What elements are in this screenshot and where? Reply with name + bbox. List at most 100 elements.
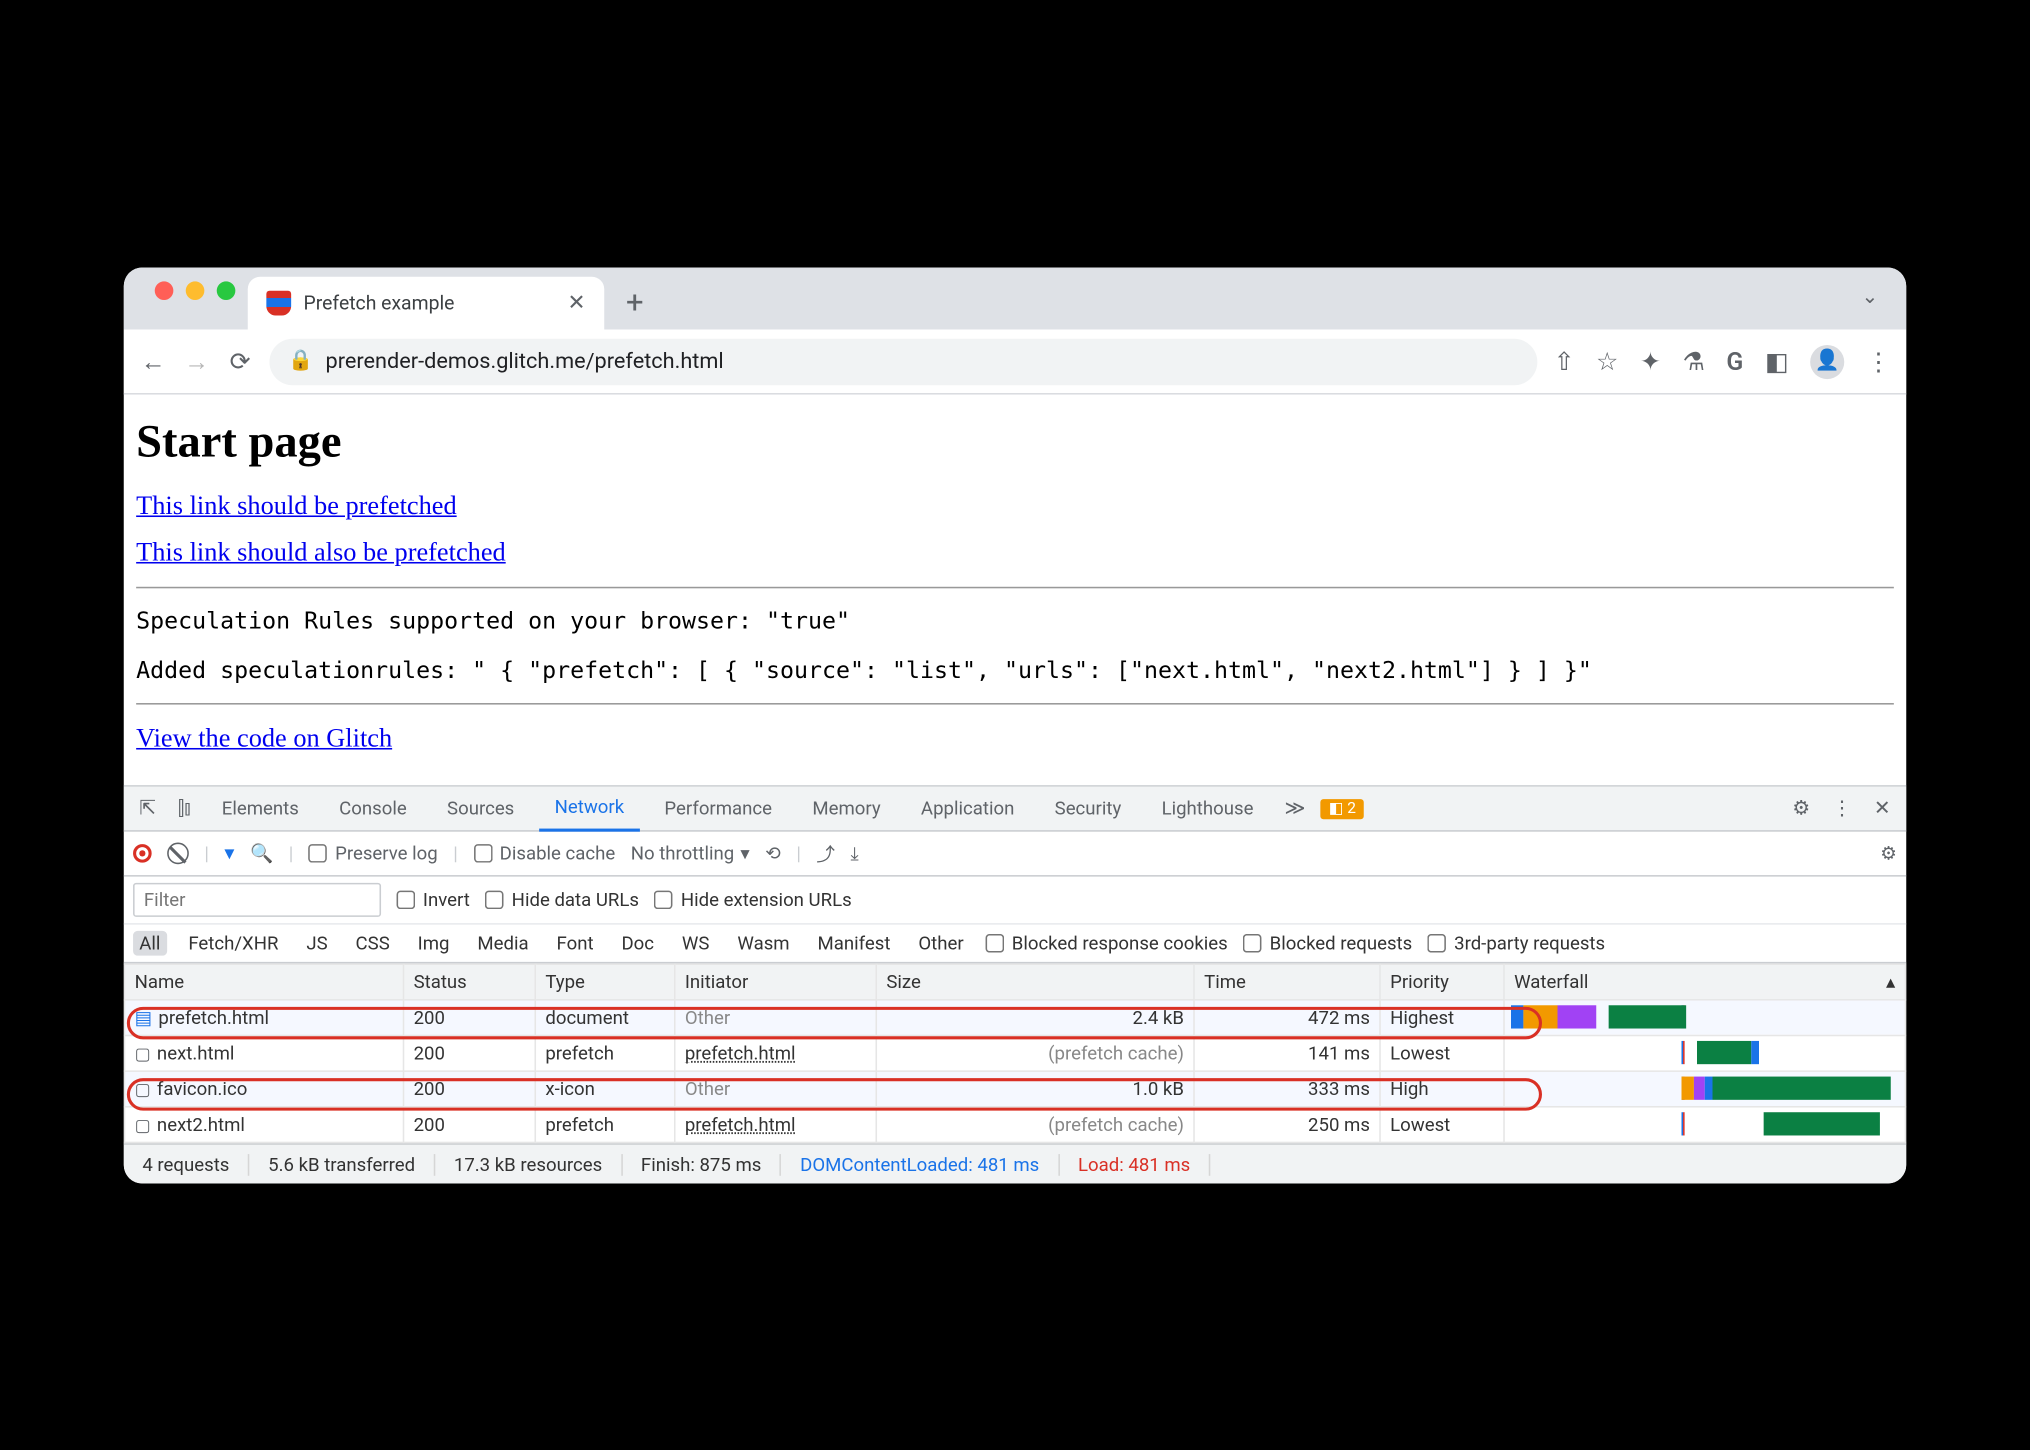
inspect-icon[interactable]: ⇱ — [133, 796, 162, 819]
filter-bar: Filter Invert Hide data URLs Hide extens… — [124, 876, 1907, 924]
status-resources: 17.3 kB resources — [435, 1153, 622, 1175]
settings-gear-icon[interactable]: ⚙ — [1786, 796, 1816, 819]
tab-application[interactable]: Application — [905, 785, 1029, 830]
bookmark-icon[interactable]: ☆ — [1596, 346, 1618, 375]
tab-console[interactable]: Console — [324, 785, 423, 830]
table-row[interactable]: ▤prefetch.html 200 document Other 2.4 kB… — [125, 999, 1906, 1035]
type-wasm[interactable]: Wasm — [731, 930, 796, 955]
reload-button[interactable]: ⟳ — [226, 346, 254, 375]
panel-icon[interactable]: ◧ — [1765, 346, 1788, 375]
cell-priority: Lowest — [1380, 1106, 1504, 1142]
record-button[interactable] — [133, 844, 152, 863]
address-bar[interactable]: 🔒 prerender-demos.glitch.me/prefetch.htm… — [269, 338, 1538, 385]
type-other[interactable]: Other — [912, 930, 970, 955]
divider — [136, 586, 1894, 588]
more-tabs-icon[interactable]: ≫ — [1278, 796, 1311, 819]
close-tab-icon[interactable]: ✕ — [567, 290, 585, 315]
invert-checkbox[interactable]: Invert — [397, 889, 470, 911]
close-window-button[interactable] — [155, 281, 174, 300]
table-row[interactable]: ▢next.html 200 prefetch prefetch.html (p… — [125, 1035, 1906, 1071]
tab-security[interactable]: Security — [1039, 785, 1137, 830]
share-icon[interactable]: ⇧ — [1554, 346, 1575, 375]
labs-icon[interactable]: ⚗ — [1682, 346, 1704, 375]
col-time[interactable]: Time — [1194, 964, 1380, 1000]
chevron-down-icon: ▾ — [740, 842, 749, 864]
col-initiator[interactable]: Initiator — [675, 964, 877, 1000]
blocked-cookies-checkbox[interactable]: Blocked response cookies — [985, 932, 1227, 954]
devtools-menu-icon[interactable]: ⋮ — [1826, 796, 1859, 819]
type-font[interactable]: Font — [550, 930, 599, 955]
preserve-log-checkbox[interactable]: Preserve log — [309, 842, 438, 864]
filter-toggle-icon[interactable]: ▾ — [224, 841, 234, 864]
status-requests: 4 requests — [124, 1153, 250, 1175]
close-devtools-icon[interactable]: ✕ — [1868, 796, 1897, 819]
col-status[interactable]: Status — [404, 964, 536, 1000]
type-media[interactable]: Media — [471, 930, 535, 955]
cell-time: 141 ms — [1194, 1035, 1380, 1071]
type-js[interactable]: JS — [300, 930, 334, 955]
col-priority[interactable]: Priority — [1380, 964, 1504, 1000]
menu-icon[interactable]: ⋮ — [1866, 346, 1891, 375]
tab-list-caret-icon[interactable]: ⌄ — [1861, 286, 1878, 309]
import-har-icon[interactable]: ⤓ — [851, 841, 859, 864]
network-settings-gear-icon[interactable]: ⚙ — [1880, 842, 1897, 864]
minimize-window-button[interactable] — [186, 281, 205, 300]
type-img[interactable]: Img — [411, 930, 455, 955]
type-fetch[interactable]: Fetch/XHR — [182, 930, 284, 955]
disable-cache-checkbox[interactable]: Disable cache — [473, 842, 615, 864]
cell-size: (prefetch cache) — [876, 1106, 1194, 1142]
type-ws[interactable]: WS — [676, 930, 716, 955]
type-doc[interactable]: Doc — [615, 930, 660, 955]
col-size[interactable]: Size — [876, 964, 1194, 1000]
col-type[interactable]: Type — [535, 964, 674, 1000]
back-button[interactable]: ← — [139, 345, 167, 376]
prefetch-link-2[interactable]: This link should also be prefetched — [136, 537, 506, 566]
tab-performance[interactable]: Performance — [649, 785, 788, 830]
blocked-requests-checkbox[interactable]: Blocked requests — [1243, 932, 1412, 954]
network-conditions-icon[interactable]: ⟲ — [765, 842, 781, 864]
maximize-window-button[interactable] — [217, 281, 236, 300]
new-tab-button[interactable]: + — [604, 282, 665, 329]
table-row[interactable]: ▢next2.html 200 prefetch prefetch.html (… — [125, 1106, 1906, 1142]
status-finish: Finish: 875 ms — [622, 1153, 781, 1175]
toolbar-actions: ⇧ ☆ ✦ ⚗ G ◧ 👤 ⋮ — [1554, 344, 1891, 378]
hide-data-urls-checkbox[interactable]: Hide data URLs — [485, 889, 639, 911]
tab-elements[interactable]: Elements — [206, 785, 314, 830]
glitch-code-link[interactable]: View the code on Glitch — [136, 723, 392, 752]
device-toggle-icon[interactable]: ⫿⫾ — [172, 796, 197, 819]
table-row[interactable]: ▢favicon.ico 200 x-icon Other 1.0 kB 333… — [125, 1071, 1906, 1107]
col-waterfall[interactable]: Waterfall▴ — [1504, 964, 1905, 1000]
google-icon[interactable]: G — [1726, 346, 1743, 375]
tab-lighthouse[interactable]: Lighthouse — [1146, 785, 1269, 830]
search-icon[interactable]: 🔍 — [250, 842, 273, 864]
status-load: Load: 481 ms — [1059, 1153, 1210, 1175]
tab-sources[interactable]: Sources — [432, 785, 530, 830]
type-all[interactable]: All — [133, 930, 167, 955]
cell-type: document — [535, 999, 674, 1035]
cell-name: ▢favicon.ico — [125, 1071, 404, 1107]
profile-avatar[interactable]: 👤 — [1810, 344, 1844, 378]
hide-extension-urls-checkbox[interactable]: Hide extension URLs — [655, 889, 852, 911]
type-manifest[interactable]: Manifest — [811, 930, 896, 955]
throttling-select[interactable]: No throttling ▾ — [631, 842, 750, 864]
cell-priority: Highest — [1380, 999, 1504, 1035]
clear-button[interactable] — [167, 842, 189, 864]
favicon-icon — [266, 290, 291, 315]
forward-button[interactable]: → — [183, 345, 211, 376]
cell-status: 200 — [404, 1071, 536, 1107]
col-name[interactable]: Name — [125, 964, 404, 1000]
tab-network[interactable]: Network — [539, 785, 640, 830]
nav-toolbar: ← → ⟳ 🔒 prerender-demos.glitch.me/prefet… — [124, 329, 1907, 394]
export-har-icon[interactable]: ⤴ — [816, 840, 835, 866]
prefetch-link-1[interactable]: This link should be prefetched — [136, 490, 457, 519]
cell-type: prefetch — [535, 1035, 674, 1071]
divider — [136, 703, 1894, 705]
type-css[interactable]: CSS — [349, 930, 396, 955]
browser-tab[interactable]: Prefetch example ✕ — [248, 276, 605, 329]
tab-memory[interactable]: Memory — [797, 785, 896, 830]
third-party-checkbox[interactable]: 3rd-party requests — [1428, 932, 1605, 954]
warnings-badge[interactable]: ◧ 2 — [1321, 798, 1364, 818]
filter-input[interactable]: Filter — [133, 882, 381, 916]
extensions-icon[interactable]: ✦ — [1640, 346, 1661, 375]
cell-waterfall — [1504, 1035, 1905, 1071]
